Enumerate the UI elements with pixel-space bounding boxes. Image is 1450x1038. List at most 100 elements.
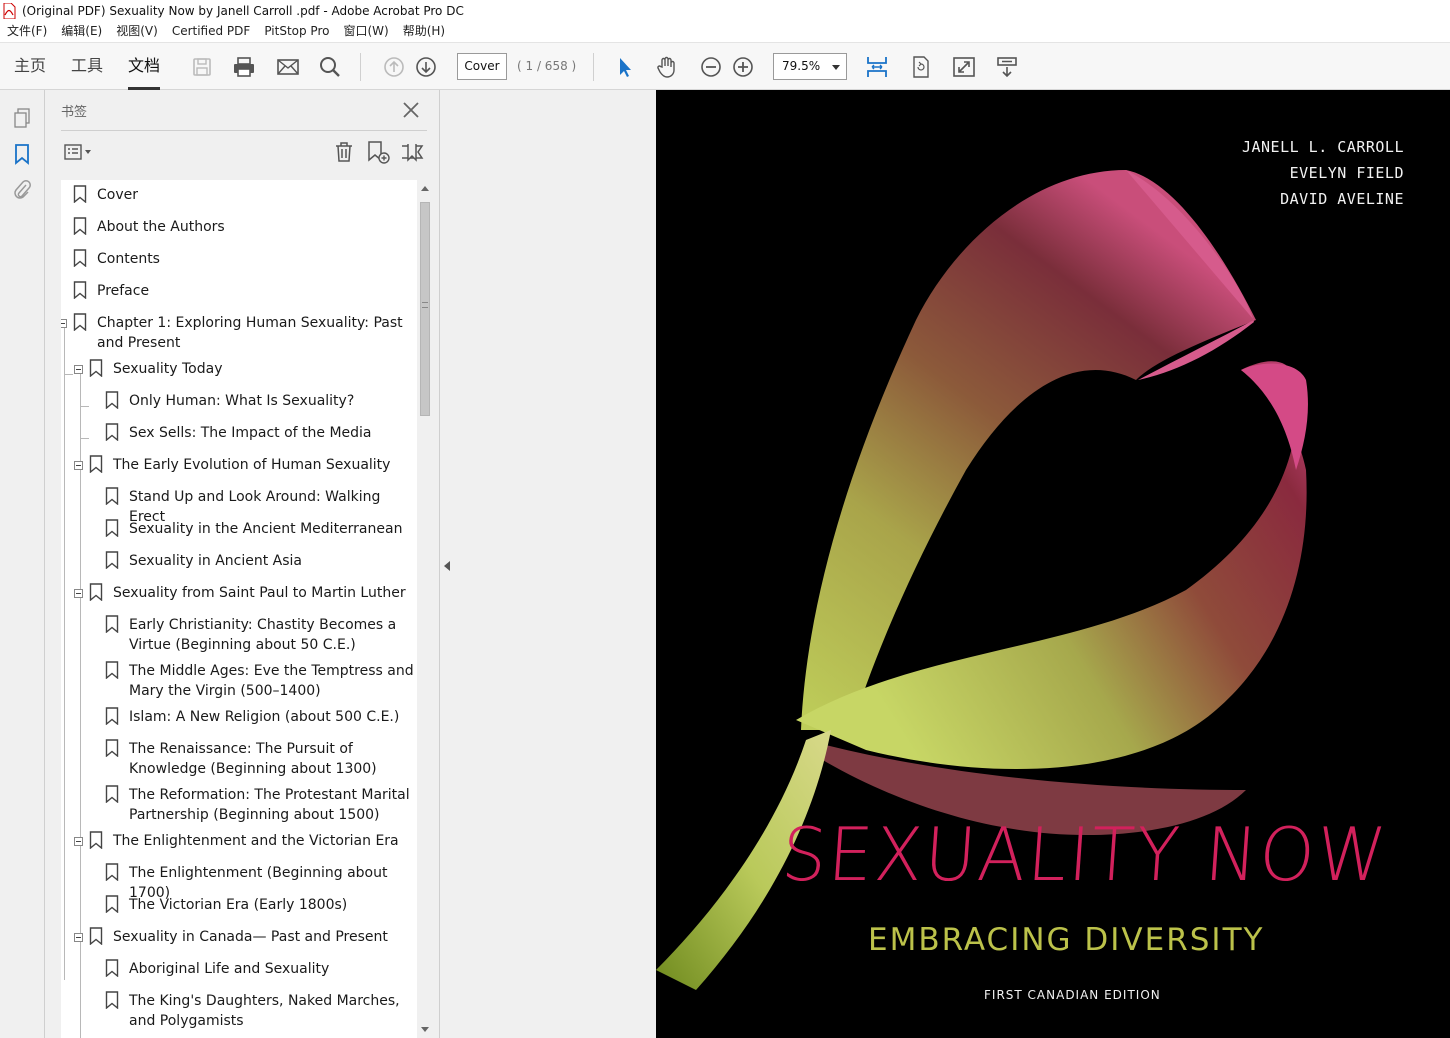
chevron-down-icon[interactable]: [832, 65, 840, 70]
bookmark-icon: [89, 583, 103, 602]
bookmark-icon: [89, 927, 103, 946]
collapse-panel-arrow-icon[interactable]: [444, 561, 450, 571]
bookmark-label: The Early Evolution of Human Sexuality: [113, 457, 391, 473]
tree-connector-line: [64, 374, 73, 375]
bookmark-item[interactable]: Cover: [73, 185, 407, 205]
collapse-toggle-icon[interactable]: [74, 933, 83, 942]
title-bar: (Original PDF) Sexuality Now by Janell C…: [0, 0, 1450, 21]
bookmark-item[interactable]: Aboriginal Life and Sexuality: [105, 959, 417, 979]
cover-title: SEXUALITY NOW: [778, 811, 1391, 899]
panel-splitter[interactable]: [440, 90, 456, 1038]
email-icon[interactable]: [275, 54, 301, 80]
menu-certified-pdf[interactable]: Certified PDF: [165, 21, 258, 42]
tree-connector-line: [64, 320, 65, 980]
bookmark-label: The Middle Ages: Eve the Temptress and M…: [129, 663, 414, 699]
bookmark-item[interactable]: The Victorian Era (Early 1800s): [105, 895, 417, 915]
hand-tool-icon[interactable]: [654, 54, 680, 80]
menu-file[interactable]: 文件(F): [0, 21, 54, 42]
bookmark-item[interactable]: The Enlightenment and the Victorian Era: [74, 831, 413, 851]
search-icon[interactable]: [317, 54, 343, 80]
bookmark-item[interactable]: Only Human: What Is Sexuality?: [105, 391, 417, 411]
attachments-paperclip-icon[interactable]: [10, 178, 34, 202]
navigation-rail: [0, 90, 45, 1038]
bookmark-item[interactable]: The King's Daughters, Naked Marches, and…: [105, 991, 417, 1031]
bookmark-item[interactable]: Sexuality in Canada— Past and Present: [74, 927, 413, 947]
close-icon[interactable]: [401, 100, 421, 120]
collapse-toggle-icon[interactable]: [74, 365, 83, 374]
pdf-page-cover[interactable]: JANELL L. CARROLL EVELYN FIELD DAVID AVE…: [656, 90, 1450, 1038]
menu-pitstop-pro[interactable]: PitStop Pro: [257, 21, 336, 42]
rotate-page-icon[interactable]: [908, 54, 934, 80]
bookmark-item[interactable]: Early Christianity: Chastity Becomes a V…: [105, 615, 417, 655]
bookmark-icon: [73, 217, 87, 236]
page-number-field[interactable]: Cover: [457, 53, 507, 80]
bookmark-label: Sexuality from Saint Paul to Martin Luth…: [113, 585, 406, 601]
bookmark-item[interactable]: The Renaissance: The Pursuit of Knowledg…: [105, 739, 417, 779]
bookmark-label: Only Human: What Is Sexuality?: [129, 393, 355, 409]
menu-help[interactable]: 帮助(H): [396, 21, 452, 42]
collapse-toggle-icon[interactable]: [74, 461, 83, 470]
read-mode-icon[interactable]: [994, 54, 1020, 80]
bookmark-label: Aboriginal Life and Sexuality: [129, 961, 330, 977]
scroll-up-arrow-icon[interactable]: [421, 186, 429, 191]
author-name: DAVID AVELINE: [1280, 190, 1404, 208]
bookmark-item[interactable]: Contents: [73, 249, 407, 269]
menu-window[interactable]: 窗口(W): [336, 21, 395, 42]
bookmark-item[interactable]: Chapter 1: Exploring Human Sexuality: Pa…: [61, 313, 407, 353]
bookmark-item[interactable]: Sexuality from Saint Paul to Martin Luth…: [74, 583, 413, 603]
bookmark-label: Sex Sells: The Impact of the Media: [129, 425, 372, 441]
bookmark-options-menu-icon[interactable]: [61, 139, 95, 165]
new-bookmark-icon[interactable]: [365, 139, 391, 165]
page-thumbnails-icon[interactable]: [10, 106, 34, 130]
menu-view[interactable]: 视图(V): [109, 21, 165, 42]
cover-subtitle: EMBRACING DIVERSITY: [868, 922, 1265, 958]
tab-home[interactable]: 主页: [14, 43, 46, 90]
zoom-level-field[interactable]: 79.5%: [773, 53, 847, 80]
bookmark-item[interactable]: The Middle Ages: Eve the Temptress and M…: [105, 661, 417, 701]
next-page-icon[interactable]: [413, 54, 439, 80]
select-arrow-icon[interactable]: [612, 54, 638, 80]
bookmarks-panel-title: 书签: [61, 105, 88, 120]
scrollbar-thumb[interactable]: [420, 202, 430, 416]
bookmark-item[interactable]: Sex Sells: The Impact of the Media: [105, 423, 417, 443]
toolbar-divider: [593, 53, 594, 81]
document-view[interactable]: JANELL L. CARROLL EVELYN FIELD DAVID AVE…: [456, 90, 1450, 1038]
zoom-in-icon[interactable]: [730, 54, 756, 80]
author-name: JANELL L. CARROLL: [1241, 138, 1404, 156]
bookmark-item[interactable]: About the Authors: [73, 217, 407, 237]
bookmark-label: Sexuality Today: [113, 361, 223, 377]
collapse-toggle-icon[interactable]: [61, 319, 67, 328]
bookmark-item[interactable]: Islam: A New Religion (about 500 C.E.): [105, 707, 417, 727]
bookmark-item[interactable]: The Early Evolution of Human Sexuality: [74, 455, 413, 475]
bookmark-item[interactable]: Sexuality in Ancient Asia: [105, 551, 417, 571]
zoom-out-icon[interactable]: [698, 54, 724, 80]
bookmark-scrollbar[interactable]: [417, 180, 433, 1038]
bookmark-label: Islam: A New Religion (about 500 C.E.): [129, 709, 400, 725]
bookmark-label: Chapter 1: Exploring Human Sexuality: Pa…: [97, 315, 403, 351]
bookmark-item[interactable]: Sexuality in the Ancient Mediterranean: [105, 519, 417, 539]
tab-document[interactable]: 文档: [128, 43, 161, 90]
collapse-toggle-icon[interactable]: [74, 837, 83, 846]
bookmark-icon: [105, 895, 119, 914]
scrollbar-grip: [422, 302, 428, 308]
bookmark-item[interactable]: Preface: [73, 281, 407, 301]
expand-current-bookmark-icon[interactable]: [399, 139, 425, 165]
print-icon[interactable]: [231, 54, 257, 80]
bookmarks-icon[interactable]: [10, 142, 34, 166]
scroll-down-arrow-icon[interactable]: [421, 1027, 429, 1032]
delete-trash-icon[interactable]: [331, 139, 357, 165]
previous-page-icon[interactable]: [381, 54, 407, 80]
page-count: ( 1 / 658 ): [517, 59, 577, 73]
bookmark-label: The Reformation: The Protestant Marital …: [129, 787, 410, 823]
bookmark-item[interactable]: Sexuality Today: [74, 359, 413, 379]
collapse-toggle-icon[interactable]: [74, 589, 83, 598]
bookmark-item[interactable]: The Reformation: The Protestant Marital …: [105, 785, 417, 825]
full-screen-icon[interactable]: [951, 54, 977, 80]
save-icon[interactable]: [189, 54, 215, 80]
bookmark-label: Preface: [97, 283, 150, 299]
bookmark-label: The Renaissance: The Pursuit of Knowledg…: [129, 741, 377, 777]
menu-edit[interactable]: 编辑(E): [54, 21, 109, 42]
fit-width-scrolling-icon[interactable]: [864, 54, 890, 80]
bookmark-icon: [105, 739, 119, 758]
tab-tools[interactable]: 工具: [71, 43, 103, 90]
